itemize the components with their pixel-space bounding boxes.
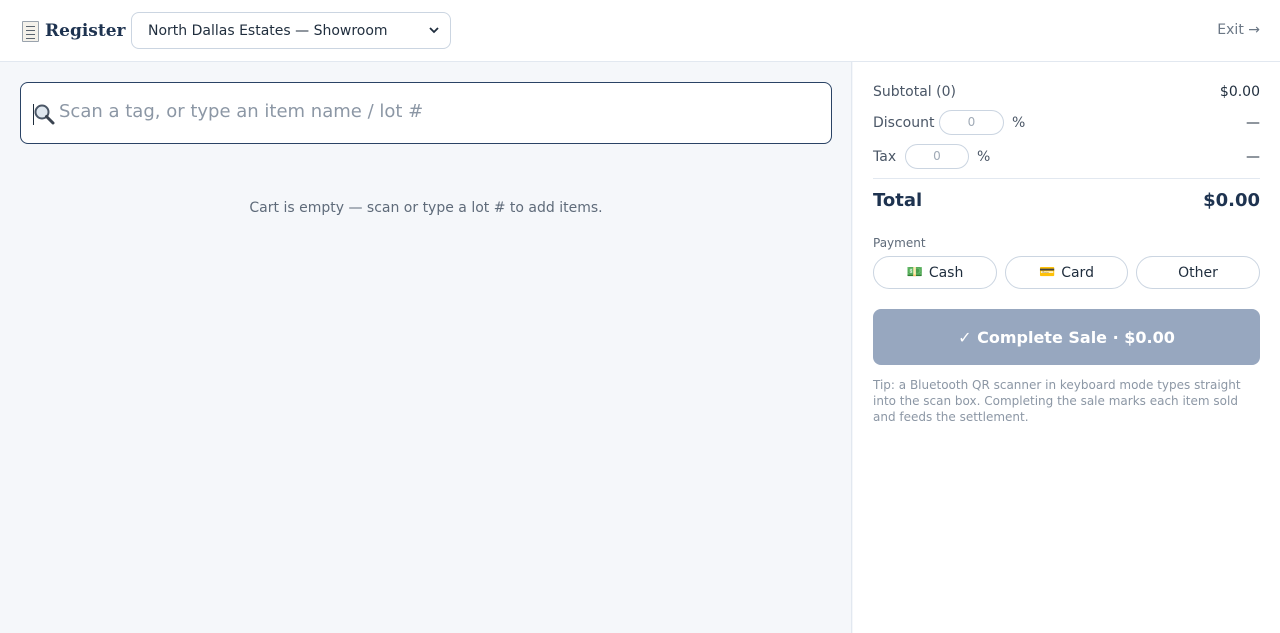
tax-value: — — [1246, 149, 1260, 165]
subtotal-row: Subtotal (0) $0.00 — [873, 84, 1260, 100]
scan-placeholder: Scan a tag, or type an item name / lot # — [59, 101, 424, 122]
total-value: $0.00 — [1203, 190, 1260, 211]
subtotal-label: Subtotal (0) — [873, 84, 956, 100]
chevron-down-icon — [429, 27, 439, 34]
pay-cash-button[interactable]: 💵 Cash — [873, 256, 997, 289]
pay-cash-label: Cash — [928, 264, 964, 281]
header-bar: Register North Dallas Estates — Showroom… — [0, 0, 1280, 62]
tip-text: Tip: a Bluetooth QR scanner in keyboard … — [873, 378, 1241, 424]
pay-other-label: Other — [1178, 264, 1218, 281]
total-row: Total $0.00 — [873, 190, 1260, 211]
tax-label: Tax — [873, 149, 897, 165]
pay-card-label: Card — [1061, 264, 1094, 281]
discount-row: Discount — — [873, 115, 1260, 131]
scan-input[interactable]: Scan a tag, or type an item name / lot # — [20, 82, 832, 144]
magnifier-icon — [34, 104, 55, 125]
discount-input[interactable]: 0 — [939, 110, 1004, 135]
discount-unit: % — [1012, 115, 1026, 131]
tax-input[interactable]: 0 — [905, 144, 969, 169]
tax-unit: % — [977, 149, 991, 165]
card-icon: 💳 — [1039, 265, 1056, 280]
complete-sale-button[interactable]: ✓ Complete Sale · $0.00 — [873, 309, 1260, 365]
location-select[interactable]: North Dallas Estates — Showroom — [131, 12, 451, 49]
discount-label: Discount — [873, 115, 935, 131]
exit-link[interactable]: Exit → — [1217, 22, 1260, 38]
subtotal-value: $0.00 — [1219, 84, 1260, 100]
pay-other-button[interactable]: Other — [1136, 256, 1260, 289]
receipt-icon — [22, 20, 39, 42]
cart-pane: Scan a tag, or type an item name / lot #… — [0, 62, 852, 633]
text-caret — [33, 104, 34, 125]
empty-cart-message: Cart is empty — scan or type a lot # to … — [249, 200, 603, 216]
brand: Register — [22, 18, 125, 44]
summary-pane: Subtotal (0) $0.00 Discount — 0 % Tax — … — [853, 62, 1280, 633]
location-select-value: North Dallas Estates — Showroom — [148, 22, 388, 39]
pay-card-button[interactable]: 💳 Card — [1005, 256, 1128, 289]
discount-value: — — [1246, 115, 1260, 131]
divider — [873, 178, 1260, 179]
brand-title: Register — [45, 21, 126, 41]
payment-label: Payment — [873, 236, 926, 250]
cash-icon: 💵 — [906, 265, 923, 280]
total-label: Total — [873, 190, 923, 211]
